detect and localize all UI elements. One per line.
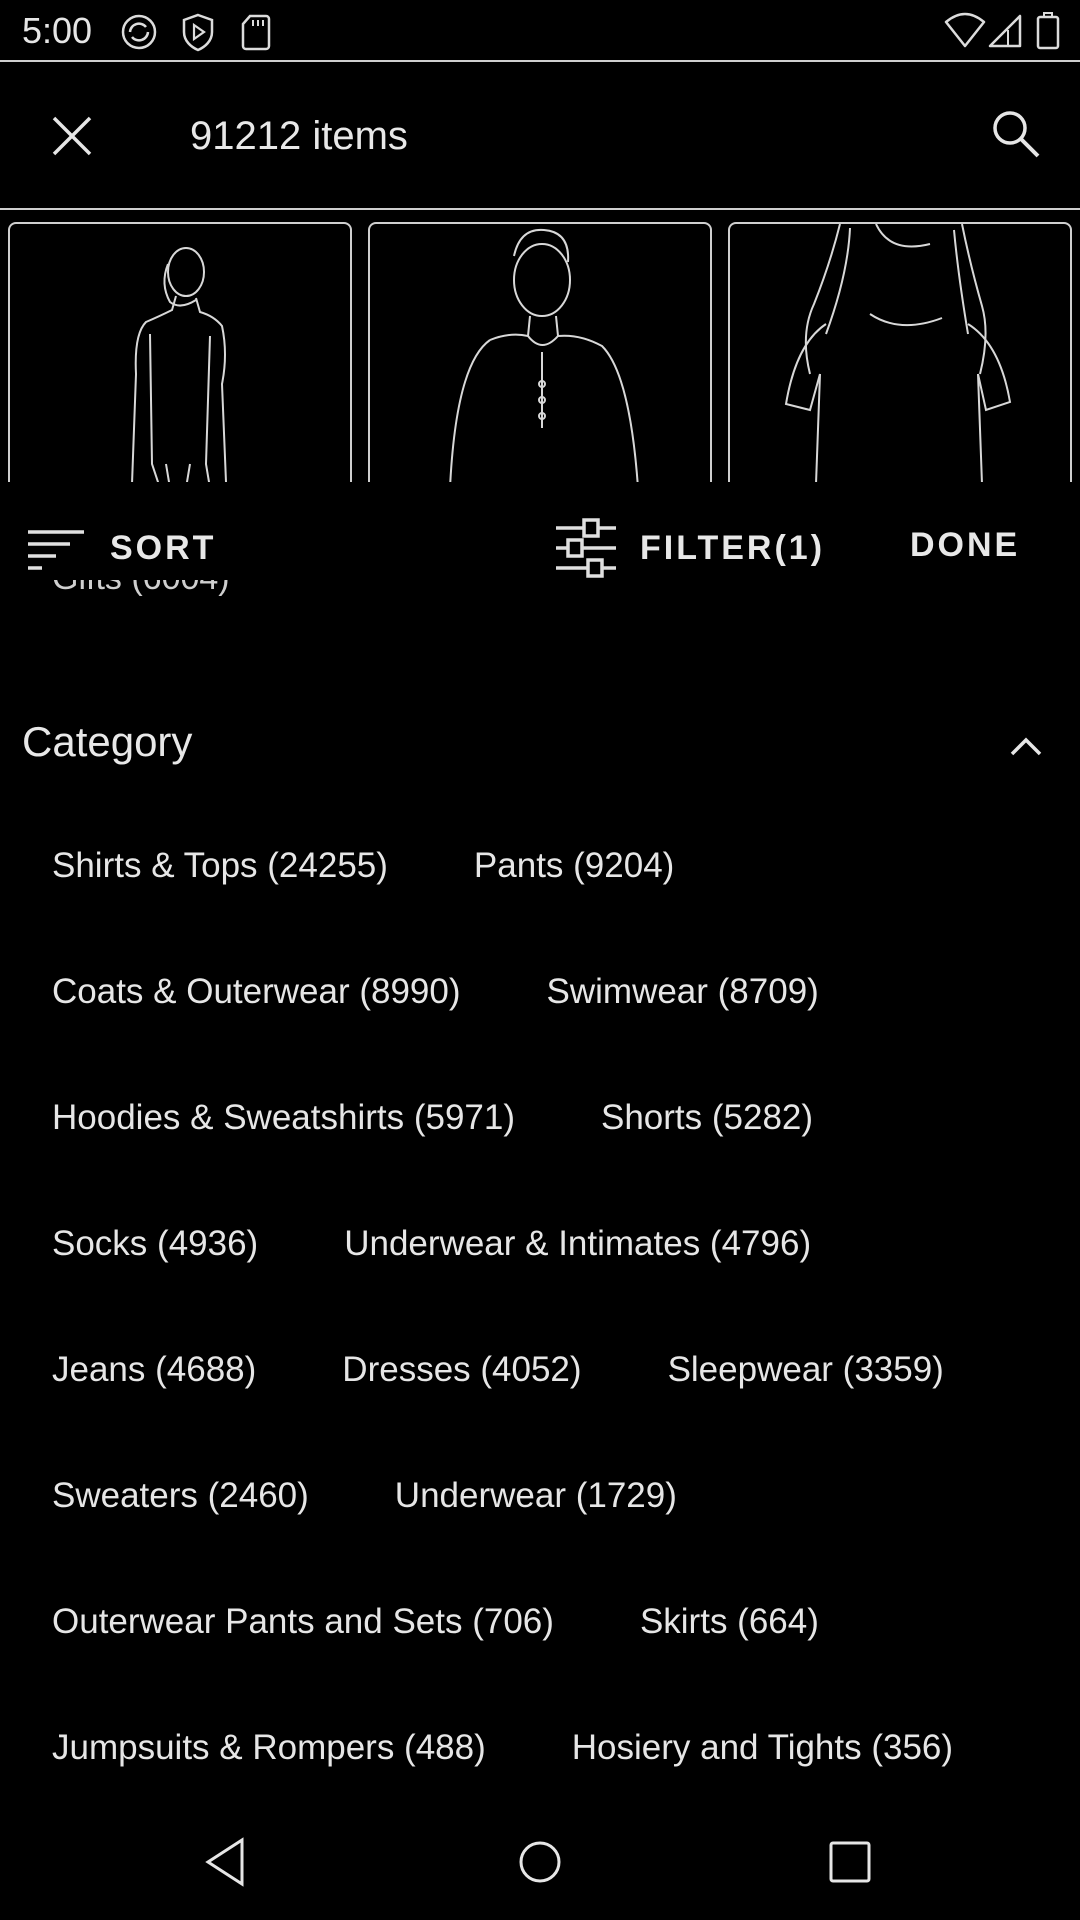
wifi-icon	[944, 12, 986, 55]
product-woman-tee-image	[784, 224, 1012, 482]
search-icon	[993, 111, 1040, 158]
search-button[interactable]	[988, 106, 1044, 162]
category-row: Shirts & Tops (24255) Pants (9204)	[52, 838, 1052, 964]
category-option[interactable]: Socks (4936)	[52, 1216, 258, 1272]
category-row: Outerwear Pants and Sets (706) Skirts (6…	[52, 1594, 1052, 1720]
app-root: 5:00 91212 items SORT FILTER(1) DONE Cat…	[0, 0, 1080, 1920]
category-option[interactable]: Outerwear Pants and Sets (706)	[52, 1594, 554, 1650]
sort-label: SORT	[110, 528, 217, 567]
top-bar: 91212 items	[0, 62, 1080, 210]
category-option[interactable]: Underwear & Intimates (4796)	[344, 1216, 811, 1272]
sync-icon	[118, 12, 160, 57]
category-option[interactable]: Sweaters (2460)	[52, 1468, 309, 1524]
category-option[interactable]: Swimwear (8709)	[547, 964, 819, 1020]
back-button[interactable]	[196, 1832, 256, 1892]
close-icon	[52, 116, 92, 156]
category-title: Category	[22, 718, 193, 765]
category-section-header[interactable]: Category	[0, 710, 1080, 780]
recents-button[interactable]	[820, 1832, 880, 1892]
cell-signal-icon	[988, 12, 1024, 55]
category-option[interactable]: Shorts (5282)	[601, 1090, 813, 1146]
recents-icon	[829, 1841, 871, 1883]
filter-button[interactable]: FILTER(1)	[554, 518, 826, 578]
product-card-2[interactable]	[368, 222, 712, 482]
sd-card-icon	[240, 12, 272, 57]
category-options: Shirts & Tops (24255) Pants (9204) Coats…	[52, 838, 1052, 1846]
back-icon	[205, 1837, 244, 1887]
category-row: Jeans (4688) Dresses (4052) Sleepwear (3…	[52, 1342, 1052, 1468]
category-option[interactable]: Coats & Outerwear (8990)	[52, 964, 461, 1020]
category-option[interactable]: Jumpsuits & Rompers (488)	[52, 1720, 486, 1776]
category-option[interactable]: Skirts (664)	[640, 1594, 819, 1650]
category-option[interactable]: Pants (9204)	[474, 838, 674, 894]
category-option[interactable]: Underwear (1729)	[395, 1468, 677, 1524]
category-option[interactable]: Jeans (4688)	[52, 1342, 256, 1398]
product-carousel[interactable]	[0, 210, 1080, 482]
product-card-1[interactable]	[8, 222, 352, 482]
category-option[interactable]: Shirts & Tops (24255)	[52, 838, 388, 894]
category-option[interactable]: Hosiery and Tights (356)	[572, 1720, 953, 1776]
status-bar: 5:00	[0, 0, 1080, 62]
filter-label: FILTER(1)	[640, 528, 826, 567]
category-option[interactable]: Dresses (4052)	[342, 1342, 581, 1398]
category-row: Socks (4936) Underwear & Intimates (4796…	[52, 1216, 1052, 1342]
system-nav-bar	[0, 1800, 1080, 1920]
sort-icon	[28, 530, 84, 570]
product-man-henley-image	[449, 228, 639, 482]
product-card-3[interactable]	[728, 222, 1072, 482]
collapse-button[interactable]	[1004, 724, 1048, 768]
previous-filter-option: Gifts (6004)	[52, 580, 230, 610]
category-row: Sweaters (2460) Underwear (1729)	[52, 1468, 1052, 1594]
battery-icon	[1036, 12, 1060, 55]
filter-sliders-icon	[556, 518, 616, 578]
previous-filter-label: Gifts (6004)	[52, 580, 230, 610]
items-count: 91212 items	[190, 114, 408, 158]
done-button[interactable]: DONE	[910, 526, 1020, 565]
home-icon	[519, 1841, 561, 1883]
category-row: Hoodies & Sweatshirts (5971) Shorts (528…	[52, 1090, 1052, 1216]
category-option[interactable]: Sleepwear (3359)	[668, 1342, 944, 1398]
shield-play-icon	[180, 12, 216, 57]
close-button[interactable]	[46, 110, 98, 162]
category-row: Coats & Outerwear (8990) Swimwear (8709)	[52, 964, 1052, 1090]
status-time: 5:00	[22, 10, 93, 51]
home-button[interactable]	[510, 1832, 570, 1892]
category-option[interactable]: Hoodies & Sweatshirts (5971)	[52, 1090, 515, 1146]
chevron-up-icon	[1010, 737, 1042, 756]
product-woman-longsleeve-image	[131, 247, 227, 482]
sort-button[interactable]: SORT	[24, 520, 216, 576]
